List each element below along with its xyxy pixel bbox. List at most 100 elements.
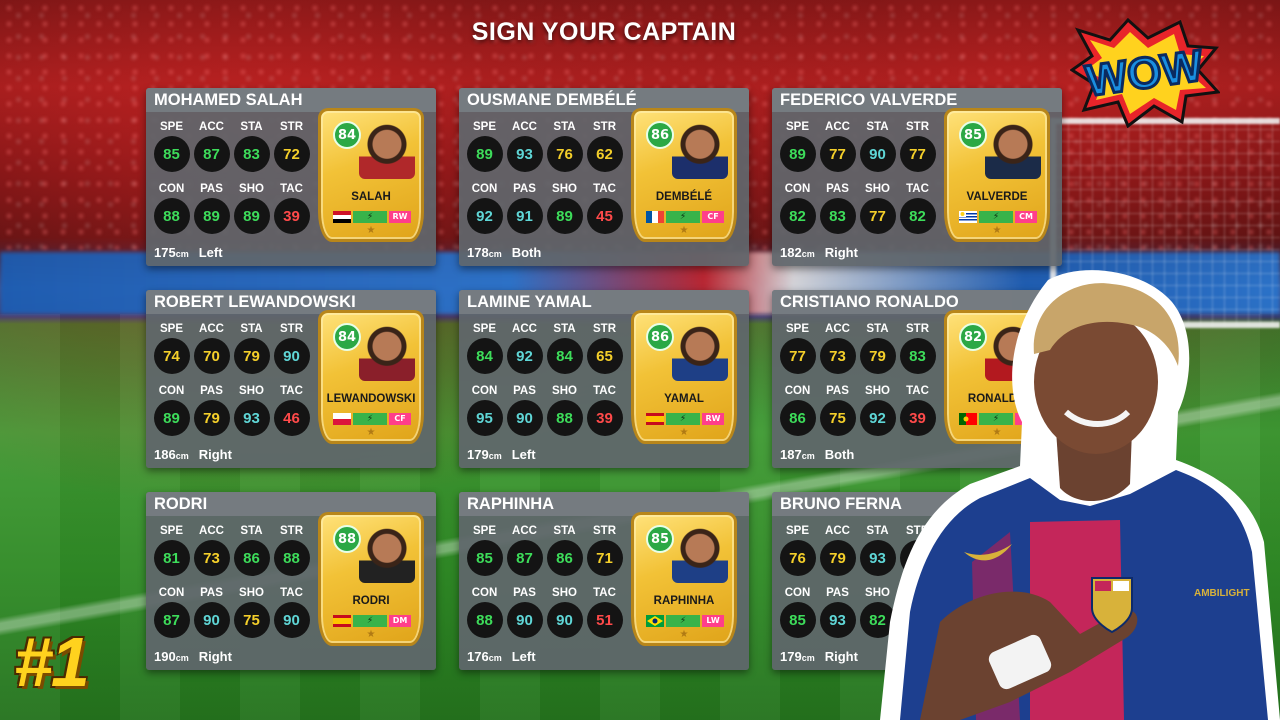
player-card[interactable]: RAPHINHA SPE ACC STA STR 85 87 86 71 CON PAS SHO TAC…	[459, 492, 749, 670]
stat-value: 86	[233, 540, 270, 576]
player-card[interactable]: LAMINE YAMAL SPE ACC STA STR 84 92 84 65 CON PAS SH…	[459, 290, 749, 468]
player-portrait	[359, 325, 415, 381]
stat-value: 65	[586, 338, 623, 374]
star-icon: ★	[366, 629, 376, 640]
stat-value: 85	[153, 136, 190, 172]
stat-value: 87	[193, 136, 230, 172]
preferred-foot: Left	[511, 649, 536, 664]
overall-rating: 85	[959, 121, 987, 149]
stat-value: 88	[546, 400, 583, 436]
stat-label: SPE	[159, 323, 183, 335]
stat-value: 70	[193, 338, 230, 374]
stat-value: 73	[193, 540, 230, 576]
position-badge: CM	[1015, 210, 1037, 223]
stat-label: CON	[471, 385, 498, 397]
skill-bolt-icon: ⚡	[666, 210, 700, 223]
stat-value: 81	[153, 540, 190, 576]
jersey-sponsor: AMBILIGHT	[1194, 588, 1250, 599]
player-card[interactable]: FEDERICO VALVERDE SPE ACC STA STR 89 77 90 77 CON…	[772, 88, 1062, 266]
stat-label: CON	[158, 385, 185, 397]
stat-value: 92	[506, 338, 543, 374]
preferred-foot: Right	[824, 649, 858, 664]
stat-value: 84	[546, 338, 583, 374]
player-portrait	[672, 527, 728, 583]
height-unit: cm	[175, 451, 189, 461]
height-unit: cm	[488, 249, 502, 259]
stat-value: 89	[153, 400, 190, 436]
player-card[interactable]: RODRI SPE ACC STA STR 81 73 86 88 CON PAS SHO TAC 87 9…	[146, 492, 436, 670]
player-card[interactable]: MOHAMED SALAH SPE ACC STA STR 85 87 83 72 CON PAS S…	[146, 88, 436, 266]
position-badge: DM	[389, 614, 411, 627]
stat-value: 73	[819, 338, 856, 374]
player-height: 187	[780, 447, 802, 462]
stat-label: TAC	[593, 183, 616, 195]
stat-label: PAS	[826, 385, 849, 397]
stat-label: STR	[280, 323, 303, 335]
nation-flag-icon	[646, 412, 664, 425]
stat-value: 79	[233, 338, 270, 374]
stat-value: 77	[899, 136, 936, 172]
stat-label: ACC	[825, 323, 850, 335]
stat-label: SHO	[552, 183, 577, 195]
player-card[interactable]: OUSMANE DEMBÉLÉ SPE ACC STA STR 89 93 76 62 CON PA…	[459, 88, 749, 266]
stat-label: STA	[553, 121, 576, 133]
stat-label: CON	[471, 587, 498, 599]
player-card[interactable]: ROBERT LEWANDOWSKI SPE ACC STA STR 74 70 79 90 CO…	[146, 290, 436, 468]
stat-label: STR	[280, 525, 303, 537]
skill-bolt-icon: ⚡	[353, 210, 387, 223]
player-height: 179	[467, 447, 489, 462]
stat-label: ACC	[512, 323, 537, 335]
stat-value: 90	[546, 602, 583, 638]
stat-label: SPE	[472, 525, 496, 537]
stat-value: 86	[779, 400, 816, 436]
stat-value: 79	[819, 540, 856, 576]
stat-label: PAS	[200, 587, 223, 599]
player-name: RODRI	[154, 495, 208, 513]
stat-value: 39	[273, 198, 310, 234]
overall-rating: 84	[333, 323, 361, 351]
stat-value: 90	[273, 602, 310, 638]
player-name: OUSMANE DEMBÉLÉ	[467, 91, 637, 109]
height-unit: cm	[801, 451, 815, 461]
overall-rating: 84	[333, 121, 361, 149]
card-info-row: ⚡CF	[646, 210, 724, 223]
stat-grid: SPE ACC STA STR 74 70 79 90 CON PAS SHO TAC 89 79 93 46	[152, 320, 312, 444]
height-unit: cm	[801, 249, 815, 259]
star-icon: ★	[679, 427, 689, 438]
stat-label: ACC	[199, 323, 224, 335]
stat-value: 91	[506, 198, 543, 234]
card-info-row: ⚡CF	[333, 412, 411, 425]
player-name: RAPHINHA	[467, 495, 555, 513]
stat-value: 86	[546, 540, 583, 576]
card-player-name: RAPHINHA	[653, 595, 715, 607]
stat-label: SHO	[239, 385, 264, 397]
stat-value: 84	[466, 338, 503, 374]
player-portrait	[985, 123, 1041, 179]
stat-value: 87	[153, 602, 190, 638]
stat-grid: SPE ACC STA STR 85 87 83 72 CON PAS SHO TAC 88 89 89 39	[152, 118, 312, 242]
card-info-row: ⚡ DM	[333, 614, 411, 627]
stat-value: 82	[779, 198, 816, 234]
stat-value: 72	[273, 136, 310, 172]
stat-label: STR	[593, 121, 616, 133]
card-info-row: ⚡ LW	[646, 614, 724, 627]
player-physical-info: 179cm Left	[467, 447, 536, 462]
skill-bolt-icon: ⚡	[353, 614, 387, 627]
stat-grid: SPE ACC STA STR 84 92 84 65 CON PAS SHO TAC 95 90 88 39	[465, 320, 625, 444]
stat-value: 75	[819, 400, 856, 436]
player-name: MOHAMED SALAH	[154, 91, 303, 109]
star-icon: ★	[366, 427, 376, 438]
position-badge: RW	[702, 412, 724, 425]
nation-flag-icon	[333, 614, 351, 627]
card-player-name: VALVERDE	[966, 191, 1028, 203]
stat-label: ACC	[512, 525, 537, 537]
stat-value: 89	[546, 198, 583, 234]
stat-label: CON	[158, 183, 185, 195]
card-info-row: ⚡ RW	[333, 210, 411, 223]
stat-value: 88	[273, 540, 310, 576]
overall-rating: 86	[646, 121, 674, 149]
stat-value: 83	[233, 136, 270, 172]
crest-top-left	[1095, 581, 1111, 591]
stat-value: 93	[233, 400, 270, 436]
stat-grid: SPE ACC STA STR 81 73 86 88 CON PAS SHO TAC 87 90 75 90	[152, 522, 312, 646]
